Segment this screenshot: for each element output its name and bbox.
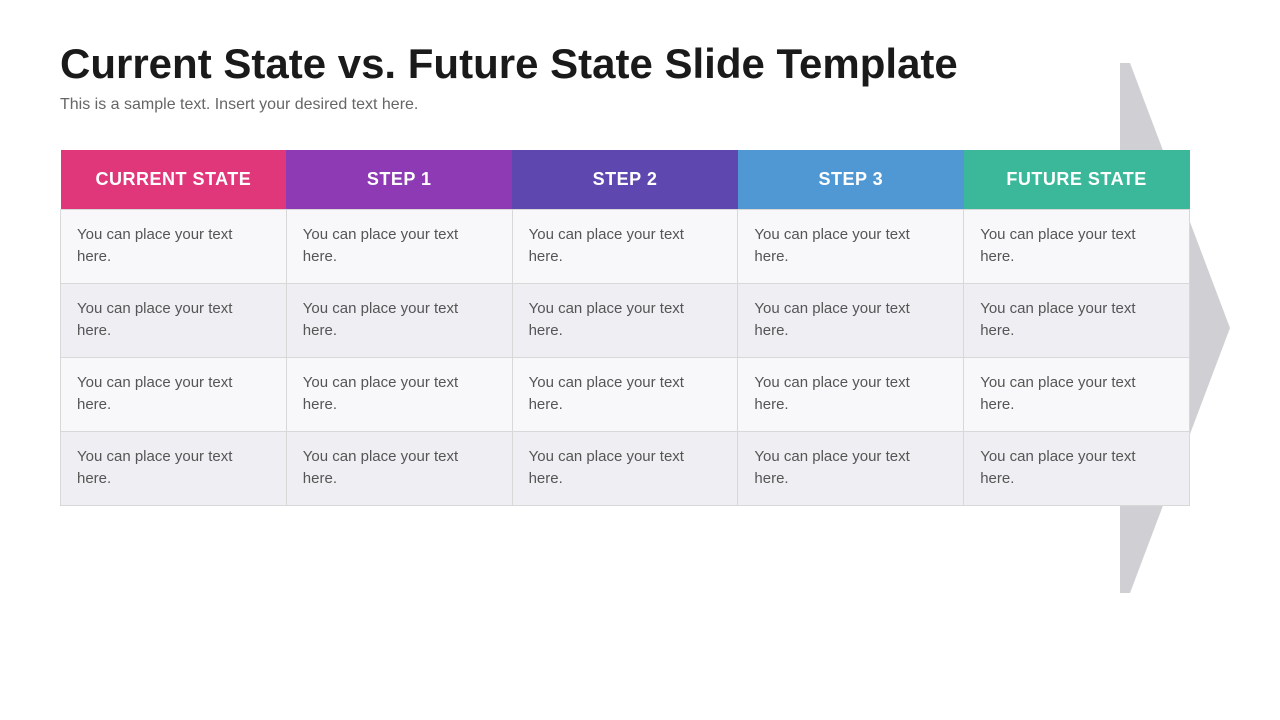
header-step1: STEP 1 bbox=[286, 150, 512, 209]
table-cell: You can place your text here. bbox=[738, 209, 964, 283]
table-cell: You can place your text here. bbox=[964, 283, 1190, 357]
header-current-state: CURRENT STATE bbox=[61, 150, 287, 209]
table-cell: You can place your text here. bbox=[61, 283, 287, 357]
table-cell: You can place your text here. bbox=[61, 431, 287, 505]
table-cell: You can place your text here. bbox=[964, 431, 1190, 505]
table-cell: You can place your text here. bbox=[738, 431, 964, 505]
table-cell: You can place your text here. bbox=[738, 283, 964, 357]
table-cell: You can place your text here. bbox=[61, 357, 287, 431]
table-cell: You can place your text here. bbox=[512, 357, 738, 431]
table-row: You can place your text here.You can pla… bbox=[61, 209, 1190, 283]
table-cell: You can place your text here. bbox=[512, 209, 738, 283]
table-cell: You can place your text here. bbox=[964, 357, 1190, 431]
table-cell: You can place your text here. bbox=[61, 209, 287, 283]
table-cell: You can place your text here. bbox=[964, 209, 1190, 283]
table-row: You can place your text here.You can pla… bbox=[61, 283, 1190, 357]
table-cell: You can place your text here. bbox=[286, 283, 512, 357]
header-step2: STEP 2 bbox=[512, 150, 738, 209]
table-cell: You can place your text here. bbox=[512, 283, 738, 357]
table-wrapper: CURRENT STATE STEP 1 STEP 2 STEP 3 FUTUR… bbox=[60, 150, 1220, 506]
table-header-row: CURRENT STATE STEP 1 STEP 2 STEP 3 FUTUR… bbox=[61, 150, 1190, 209]
table-cell: You can place your text here. bbox=[286, 431, 512, 505]
header-future-state: FUTURE STATE bbox=[964, 150, 1190, 209]
page-subtitle: This is a sample text. Insert your desir… bbox=[60, 96, 1220, 114]
header-step3: STEP 3 bbox=[738, 150, 964, 209]
slide: Current State vs. Future State Slide Tem… bbox=[0, 0, 1280, 720]
table-cell: You can place your text here. bbox=[286, 209, 512, 283]
table-cell: You can place your text here. bbox=[286, 357, 512, 431]
data-table-container: CURRENT STATE STEP 1 STEP 2 STEP 3 FUTUR… bbox=[60, 150, 1190, 506]
table-row: You can place your text here.You can pla… bbox=[61, 431, 1190, 505]
data-table: CURRENT STATE STEP 1 STEP 2 STEP 3 FUTUR… bbox=[60, 150, 1190, 506]
table-row: You can place your text here.You can pla… bbox=[61, 357, 1190, 431]
table-cell: You can place your text here. bbox=[512, 431, 738, 505]
table-body: You can place your text here.You can pla… bbox=[61, 209, 1190, 505]
table-cell: You can place your text here. bbox=[738, 357, 964, 431]
page-title: Current State vs. Future State Slide Tem… bbox=[60, 40, 1220, 88]
